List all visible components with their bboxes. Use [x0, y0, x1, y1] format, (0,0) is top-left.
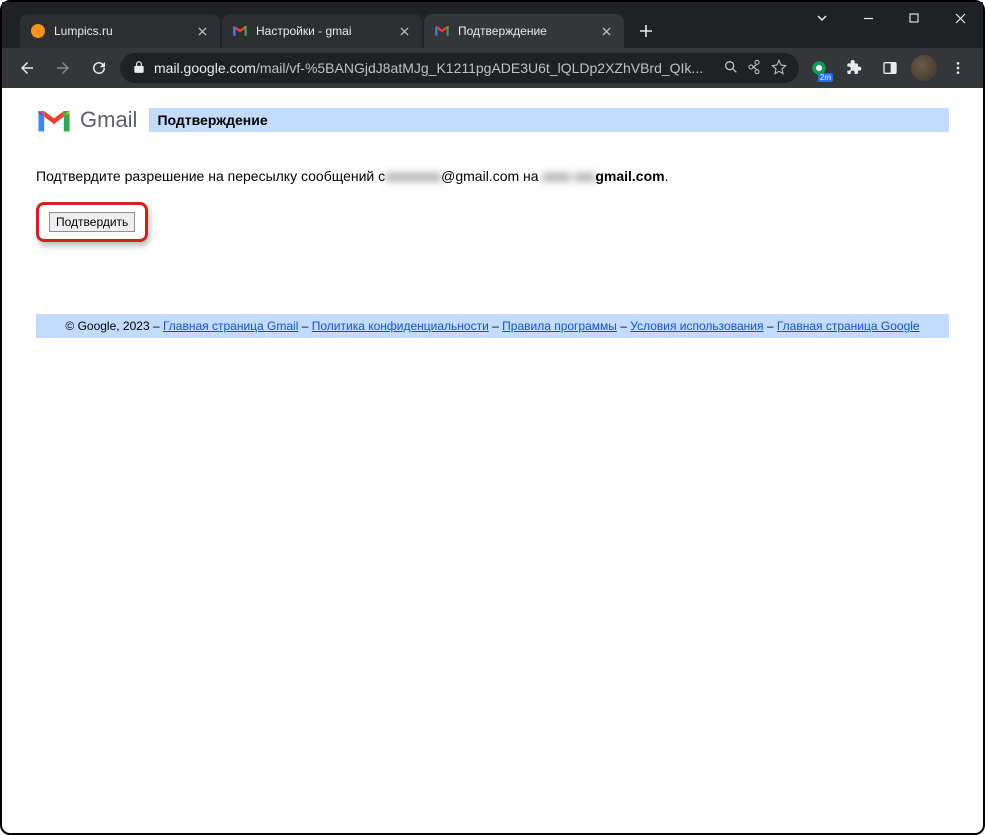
- close-icon[interactable]: [194, 23, 210, 39]
- maximize-button[interactable]: [891, 2, 937, 34]
- minimize-button[interactable]: [845, 2, 891, 34]
- share-icon[interactable]: [747, 59, 763, 78]
- favicon-gmail: [434, 23, 450, 39]
- tab-title: Подтверждение: [458, 24, 590, 38]
- chevron-down-icon[interactable]: [799, 2, 845, 34]
- panel-icon[interactable]: [875, 53, 905, 83]
- footer-link-gmail-home[interactable]: Главная страница Gmail: [163, 319, 298, 333]
- gmail-logo: Gmail: [36, 106, 137, 134]
- extensions-button[interactable]: [839, 53, 869, 83]
- favicon-lumpics: [30, 23, 46, 39]
- msg-to-blur: xxxx xxx: [542, 168, 595, 184]
- footer-link-terms[interactable]: Условия использования: [630, 319, 763, 333]
- footer-copyright: © Google, 2023: [65, 319, 149, 333]
- footer-link-program[interactable]: Правила программы: [502, 319, 617, 333]
- avatar[interactable]: [911, 55, 937, 81]
- address-bar[interactable]: mail.google.com/mail/vf-%5BANGjdJ8atMJg_…: [120, 53, 799, 83]
- confirm-button[interactable]: Подтвердить: [49, 212, 135, 232]
- footer: © Google, 2023 – Главная страница Gmail …: [36, 314, 949, 338]
- browser-toolbar: mail.google.com/mail/vf-%5BANGjdJ8atMJg_…: [2, 48, 983, 88]
- favicon-gmail: [232, 23, 248, 39]
- close-icon[interactable]: [396, 23, 412, 39]
- msg-from-blur: xxxxxxxx: [385, 168, 441, 184]
- back-button[interactable]: [12, 53, 42, 83]
- extension-icon[interactable]: 2m: [805, 54, 833, 82]
- confirmation-message: Подтвердите разрешение на пересылку сооб…: [36, 168, 949, 184]
- window-controls: [799, 2, 983, 48]
- close-icon[interactable]: [598, 23, 614, 39]
- new-tab-button[interactable]: [632, 17, 660, 45]
- tab-lumpics[interactable]: Lumpics.ru: [20, 14, 220, 48]
- menu-button[interactable]: [943, 53, 973, 83]
- confirm-highlight: Подтвердить: [36, 202, 148, 242]
- tab-confirm[interactable]: Подтверждение: [424, 14, 624, 48]
- msg-from-suffix: @gmail.com: [441, 168, 519, 184]
- tab-strip: Lumpics.ru Настройки - gmai Подтверждени…: [20, 12, 660, 48]
- reload-button[interactable]: [84, 53, 114, 83]
- gmail-header: Gmail Подтверждение: [36, 106, 949, 134]
- close-button[interactable]: [937, 2, 983, 34]
- browser-titlebar: Lumpics.ru Настройки - gmai Подтверждени…: [2, 2, 983, 48]
- tab-settings[interactable]: Настройки - gmai: [222, 14, 422, 48]
- bookmark-icon[interactable]: [771, 59, 787, 78]
- gmail-brand-text: Gmail: [80, 107, 137, 133]
- extension-badge: 2m: [818, 73, 833, 82]
- tab-title: Lumpics.ru: [54, 24, 186, 38]
- page-title: Подтверждение: [149, 108, 949, 132]
- search-icon[interactable]: [723, 59, 739, 78]
- tab-title: Настройки - gmai: [256, 24, 388, 38]
- msg-end: .: [665, 168, 669, 184]
- lock-icon: [132, 60, 146, 77]
- footer-link-google-home[interactable]: Главная страница Google: [777, 319, 920, 333]
- footer-link-privacy[interactable]: Политика конфиденциальности: [312, 319, 489, 333]
- msg-text: Подтвердите разрешение на пересылку сооб…: [36, 168, 385, 184]
- forward-button[interactable]: [48, 53, 78, 83]
- url-text: mail.google.com/mail/vf-%5BANGjdJ8atMJg_…: [154, 60, 715, 76]
- msg-mid: на: [519, 168, 542, 184]
- msg-to-suffix: gmail.com: [595, 168, 664, 184]
- page-content: Gmail Подтверждение Подтвердите разрешен…: [2, 88, 983, 356]
